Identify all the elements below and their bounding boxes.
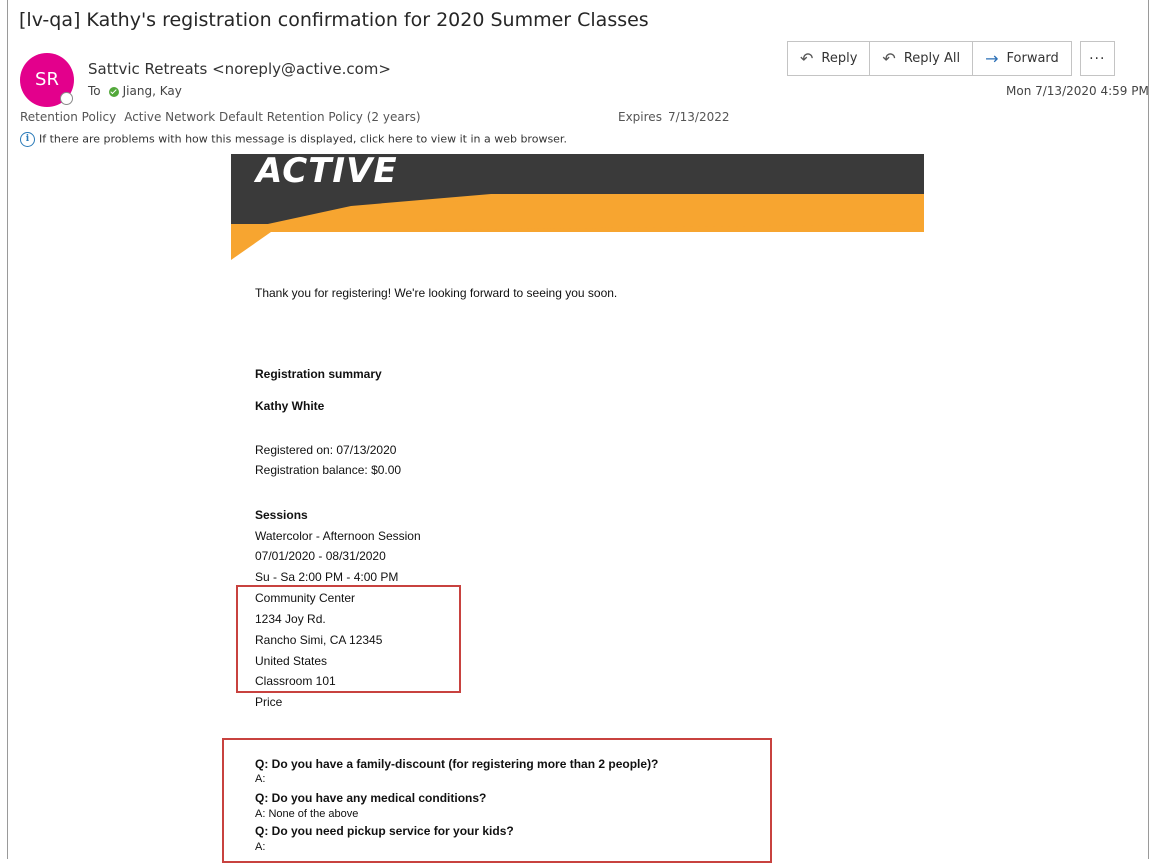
- reply-all-label: Reply All: [903, 51, 961, 66]
- reply-label: Reply: [821, 51, 858, 66]
- message-toolbar: ↶ Reply ↶ Reply All → Forward ···: [787, 41, 1115, 76]
- sender-name[interactable]: Sattvic Retreats <noreply@active.com>: [88, 60, 391, 78]
- expires-value: 7/13/2022: [667, 110, 730, 124]
- info-icon: i: [20, 132, 35, 147]
- sessions-heading: Sessions: [255, 508, 308, 522]
- reply-all-button[interactable]: ↶ Reply All: [869, 41, 974, 76]
- session-name: Watercolor - Afternoon Session: [255, 529, 421, 543]
- forward-button[interactable]: → Forward: [972, 41, 1072, 76]
- forward-label: Forward: [1006, 51, 1059, 66]
- email-subject: [lv-qa] Kathy's registration confirmatio…: [19, 9, 649, 31]
- questions-highlight-box: [222, 738, 772, 863]
- recipient-line: To Jiang, Kay: [88, 84, 182, 98]
- recipient-name[interactable]: Jiang, Kay: [123, 84, 182, 98]
- forward-arrow-icon: →: [985, 49, 999, 68]
- reply-button[interactable]: ↶ Reply: [787, 41, 871, 76]
- checkmark-icon: [108, 86, 119, 97]
- expires-info: Expires 7/13/2022: [618, 110, 729, 124]
- active-logo: ACTIVE: [256, 151, 398, 191]
- thank-you-message: Thank you for registering! We're looking…: [255, 286, 618, 300]
- session-time: Su - Sa 2:00 PM - 4:00 PM: [255, 570, 399, 584]
- received-datetime: Mon 7/13/2020 4:59 PM: [1006, 84, 1149, 98]
- registration-summary-heading: Registration summary: [255, 367, 382, 381]
- retention-value: Active Network Default Retention Policy …: [124, 110, 421, 124]
- display-problem-notice[interactable]: i If there are problems with how this mes…: [20, 132, 567, 147]
- presence-status-icon: [60, 92, 73, 105]
- expires-label: Expires: [618, 110, 662, 124]
- reply-all-icon: ↶: [882, 49, 896, 68]
- retention-policy: Retention Policy Active Network Default R…: [20, 110, 421, 124]
- reply-icon: ↶: [800, 49, 814, 68]
- registration-balance: Registration balance: $0.00: [255, 463, 402, 477]
- price-label: Price: [255, 695, 283, 709]
- more-actions-button[interactable]: ···: [1079, 41, 1115, 76]
- session-dates: 07/01/2020 - 08/31/2020: [255, 549, 386, 563]
- registered-on: Registered on: 07/13/2020: [255, 443, 397, 457]
- registrant-name: Kathy White: [255, 399, 325, 413]
- location-highlight-box: [236, 585, 461, 693]
- to-label: To: [88, 84, 101, 98]
- email-reading-pane: [7, 0, 1149, 859]
- retention-label: Retention Policy: [20, 110, 117, 124]
- more-icon: ···: [1089, 50, 1106, 67]
- display-problem-text[interactable]: If there are problems with how this mess…: [39, 133, 567, 146]
